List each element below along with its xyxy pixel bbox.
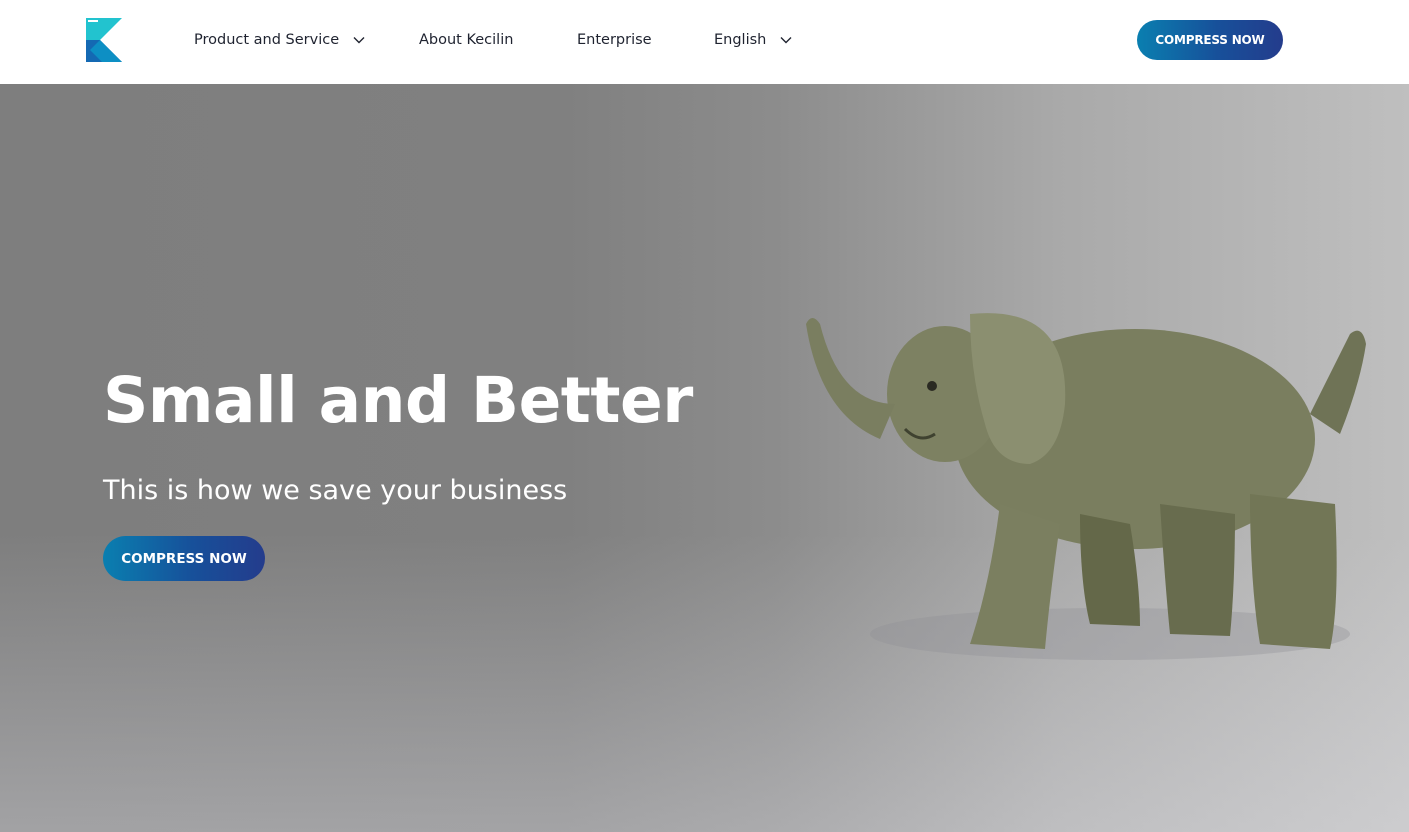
nav-product-and-service-label: Product and Service bbox=[194, 32, 340, 48]
nav-about-kecilin-label: About Kecilin bbox=[419, 32, 514, 48]
language-selector[interactable]: English bbox=[714, 29, 793, 51]
hero-title: Small and Better bbox=[103, 364, 693, 437]
chevron-down-icon bbox=[353, 37, 365, 44]
nav-about-kecilin[interactable]: About Kecilin bbox=[419, 29, 513, 51]
hero-section: Small and Better This is how we save you… bbox=[0, 84, 1409, 832]
nav-enterprise[interactable]: Enterprise bbox=[577, 29, 652, 51]
elephant-figurine-image bbox=[806, 313, 1366, 660]
nav-enterprise-label: Enterprise bbox=[577, 32, 652, 48]
hero-subtitle: This is how we save your business bbox=[103, 475, 568, 506]
header-compress-now-button[interactable]: COMPRESS NOW bbox=[1137, 20, 1283, 60]
header-compress-now-label: COMPRESS NOW bbox=[1155, 33, 1265, 47]
kecilin-logo[interactable] bbox=[86, 18, 124, 62]
site-header: Product and Service About Kecilin Enterp… bbox=[0, 0, 1409, 84]
language-selector-label: English bbox=[714, 32, 767, 48]
nav-product-and-service[interactable]: Product and Service bbox=[194, 29, 366, 51]
chevron-down-icon bbox=[780, 37, 792, 44]
hero-compress-now-button[interactable]: COMPRESS NOW bbox=[103, 536, 265, 581]
hero-compress-now-label: COMPRESS NOW bbox=[121, 550, 247, 567]
